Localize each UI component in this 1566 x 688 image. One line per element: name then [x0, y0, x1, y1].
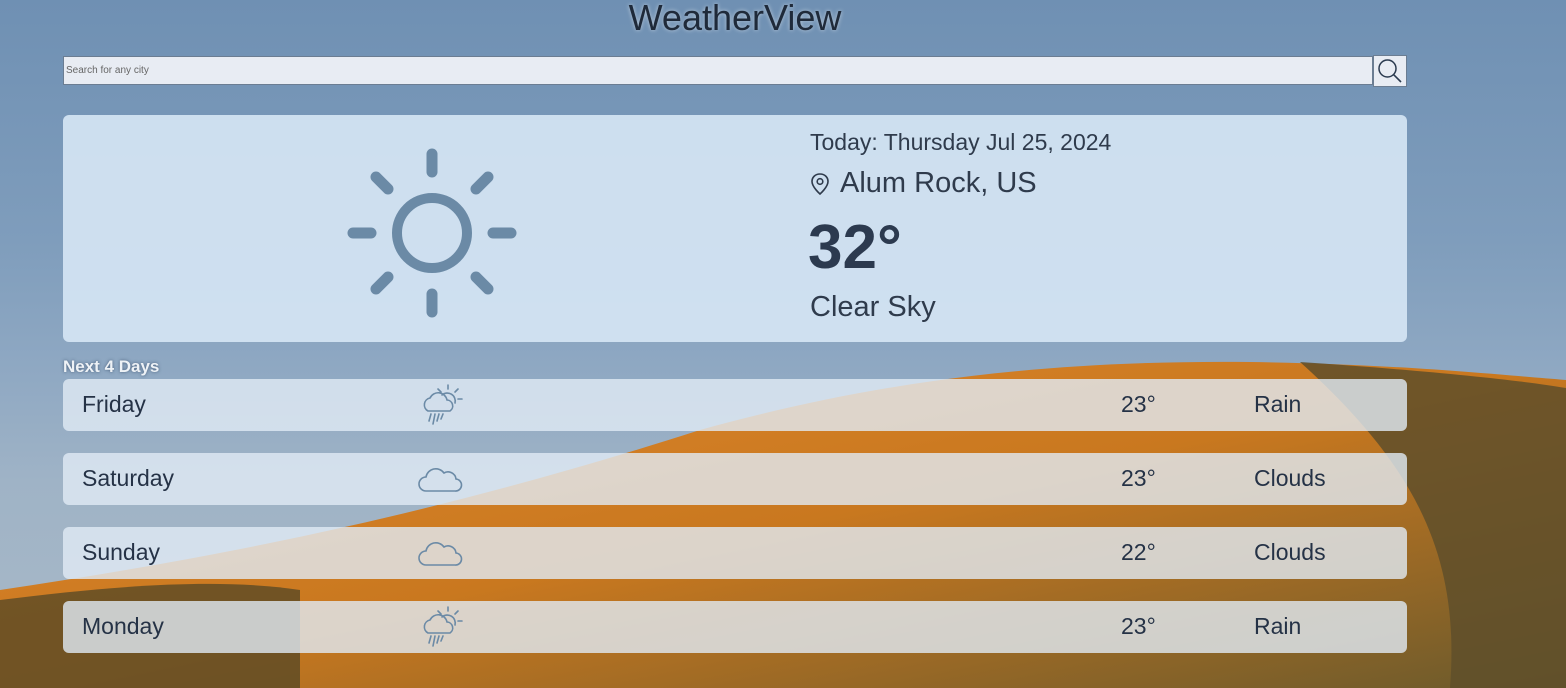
app-title: WeatherView — [628, 0, 842, 38]
forecast-temp: 23° — [1121, 613, 1156, 639]
location-text: Alum Rock, US — [840, 167, 1037, 199]
current-date: Today: Thursday Jul 25, 2024 — [810, 129, 1112, 155]
current-temperature: 32° — [808, 213, 902, 282]
forecast-condition: Clouds — [1254, 539, 1326, 565]
forecast-day: Monday — [82, 613, 164, 639]
rain-cloud-sun-icon — [423, 384, 463, 425]
forecast-row: Sunday 22° Clouds — [63, 527, 1407, 579]
current-weather-card: Today: Thursday Jul 25, 2024 Alum Rock, … — [63, 115, 1407, 342]
forecast-row: Friday 23° Rain — [63, 379, 1407, 431]
forecast-day: Saturday — [82, 465, 175, 491]
forecast-row: Monday 23° Rain — [63, 601, 1407, 653]
cloud-icon — [418, 468, 463, 492]
search-input[interactable] — [63, 56, 1373, 85]
forecast-condition: Rain — [1254, 613, 1302, 639]
forecast-day: Sunday — [82, 539, 161, 565]
sun-icon — [347, 148, 517, 318]
forecast-day: Friday — [82, 391, 146, 417]
forecast-temp: 23° — [1121, 391, 1156, 417]
forecast-condition: Clouds — [1254, 465, 1326, 491]
forecast-temp: 22° — [1121, 539, 1156, 565]
search-button[interactable] — [1373, 55, 1407, 87]
forecast-heading: Next 4 Days — [63, 357, 160, 376]
location-pin-icon — [811, 172, 829, 195]
background-landscape — [0, 361, 1566, 688]
search-bar — [63, 55, 1407, 87]
current-location: Alum Rock, US — [810, 167, 1037, 200]
forecast-temp: 23° — [1121, 465, 1156, 491]
cloud-icon — [418, 542, 463, 566]
rain-cloud-sun-icon — [423, 606, 463, 647]
current-condition: Clear Sky — [810, 291, 936, 323]
search-icon — [1378, 59, 1402, 83]
forecast-row: Saturday 23° Clouds — [63, 453, 1407, 505]
forecast-condition: Rain — [1254, 391, 1302, 417]
